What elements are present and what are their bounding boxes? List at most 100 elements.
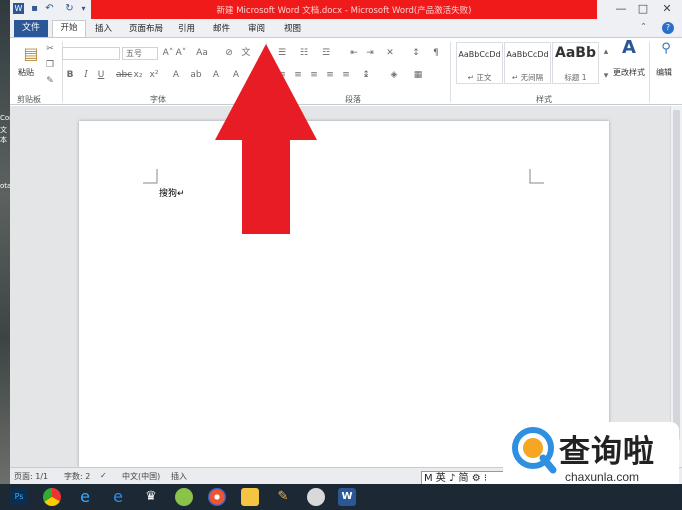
desktop-strip: Cor 文 本 ota bbox=[0, 0, 12, 484]
redo-icon[interactable]: ↻ bbox=[64, 3, 75, 14]
watermark: 查询啦 chaxunla.com bbox=[503, 422, 679, 492]
style-sample: AaBbCcDd bbox=[506, 50, 549, 59]
distribute-icon[interactable]: ≡ bbox=[340, 69, 352, 81]
tab-view[interactable]: 视图 bbox=[284, 22, 301, 34]
undo-icon[interactable]: ↶ bbox=[44, 3, 55, 14]
browser-360-icon[interactable] bbox=[175, 488, 193, 506]
style-no-spacing[interactable]: AaBbCcDd ↵ 无间隔 bbox=[504, 42, 551, 84]
group-label-paragraph: 段落 bbox=[345, 95, 361, 104]
shrink-font-icon[interactable]: A˅ bbox=[175, 47, 187, 59]
tab-references[interactable]: 引用 bbox=[178, 22, 195, 34]
superscript-icon[interactable]: x² bbox=[148, 69, 160, 81]
style-sample: AaBbCcDd bbox=[458, 50, 501, 59]
window-title: 新建 Microsoft Word 文档.docx - Microsoft Wo… bbox=[216, 6, 472, 16]
sort-icon[interactable]: ↕ bbox=[410, 47, 422, 59]
text-effect-icon[interactable]: A bbox=[170, 69, 182, 81]
style-name: ↵ 正文 bbox=[467, 73, 492, 82]
status-page[interactable]: 页面: 1/1 bbox=[14, 471, 48, 482]
tab-file[interactable]: 文件 bbox=[14, 20, 48, 37]
photoshop-icon[interactable]: Ps bbox=[10, 488, 28, 506]
chinese-layout-icon[interactable]: ✕ bbox=[384, 47, 396, 59]
word-taskbar-icon[interactable]: W bbox=[338, 488, 356, 506]
paint-icon[interactable] bbox=[307, 488, 325, 506]
spell-check-icon[interactable]: ✓ bbox=[100, 471, 107, 480]
customize-qat-icon[interactable]: ▾ bbox=[78, 3, 89, 14]
maximize-button[interactable]: □ bbox=[632, 2, 654, 16]
document-text[interactable]: 搜狗↵ bbox=[159, 186, 185, 199]
ie-icon[interactable]: e bbox=[76, 488, 94, 506]
map-pin-icon[interactable] bbox=[208, 488, 226, 506]
divider bbox=[649, 42, 650, 102]
editing-button[interactable]: 编辑 bbox=[656, 67, 672, 78]
font-name-combo[interactable] bbox=[62, 47, 120, 60]
group-label-font: 字体 bbox=[150, 95, 166, 104]
style-name: ↵ 无间隔 bbox=[511, 73, 544, 82]
status-words[interactable]: 字数: 2 bbox=[64, 471, 90, 482]
bold-icon[interactable]: B bbox=[64, 69, 76, 81]
tab-review[interactable]: 审阅 bbox=[248, 22, 265, 34]
find-icon[interactable]: ⚲ bbox=[658, 42, 674, 59]
chrome-icon[interactable] bbox=[43, 488, 61, 506]
help-icon[interactable]: ? bbox=[662, 22, 674, 34]
tab-mailings[interactable]: 邮件 bbox=[213, 22, 230, 34]
paste-button[interactable]: 粘贴 bbox=[18, 67, 34, 78]
watermark-brand: 查询啦 bbox=[559, 434, 655, 470]
justify-icon[interactable]: ≡ bbox=[324, 69, 336, 81]
ribbon: ▤ 粘贴 ✂ ❐ ✎ 剪贴板 五号 A˄ A˅ Aa ⊘ 文 B I U abc… bbox=[10, 37, 682, 105]
cut-icon[interactable]: ✂ bbox=[44, 43, 56, 55]
edge-icon[interactable]: e bbox=[109, 488, 127, 506]
watermark-url: chaxunla.com bbox=[565, 470, 640, 484]
style-normal[interactable]: AaBbCcDd ↵ 正文 bbox=[456, 42, 503, 84]
decrease-indent-icon[interactable]: ⇤ bbox=[348, 47, 360, 59]
tab-home[interactable]: 开始 bbox=[52, 20, 86, 37]
collapse-ribbon-icon[interactable]: ⌃ bbox=[640, 22, 647, 32]
red-arrow-annotation bbox=[215, 44, 317, 234]
italic-icon[interactable]: I bbox=[80, 69, 92, 81]
vertical-scrollbar[interactable] bbox=[670, 106, 682, 467]
divider bbox=[450, 42, 451, 102]
strikethrough-icon[interactable]: abc bbox=[116, 69, 132, 81]
file-explorer-icon[interactable] bbox=[241, 488, 259, 506]
desktop-label: 文 bbox=[0, 126, 7, 134]
style-heading-1[interactable]: AaBb 标题 1 bbox=[552, 42, 599, 84]
save-icon[interactable]: ▪ bbox=[29, 3, 40, 14]
styles-scroll-up-icon[interactable]: ▴ bbox=[600, 46, 612, 58]
cleanup-icon[interactable]: ✎ bbox=[274, 488, 292, 506]
minimize-button[interactable]: — bbox=[610, 2, 632, 16]
title-bar: W ▪ ↶ ↻ ▾ 新建 Microsoft Word 文档.docx - Mi… bbox=[10, 0, 682, 19]
copy-icon[interactable]: ❐ bbox=[44, 59, 56, 71]
tab-insert[interactable]: 插入 bbox=[95, 22, 112, 34]
crop-mark-top-right bbox=[529, 169, 544, 184]
tab-page-layout[interactable]: 页面布局 bbox=[129, 22, 163, 34]
status-mode[interactable]: 插入 bbox=[171, 471, 187, 482]
close-button[interactable]: ✕ bbox=[656, 2, 678, 16]
style-name: 标题 1 bbox=[564, 73, 587, 82]
status-language[interactable]: 中文(中国) bbox=[122, 471, 160, 482]
document-page[interactable]: 搜狗↵ bbox=[79, 121, 609, 467]
styles-more-icon[interactable]: ▾ bbox=[600, 70, 612, 82]
show-marks-icon[interactable]: ¶ bbox=[430, 47, 442, 59]
borders-icon[interactable]: ▦ bbox=[412, 69, 424, 81]
qq-icon[interactable]: ♛ bbox=[142, 488, 160, 506]
underline-icon[interactable]: U bbox=[95, 69, 107, 81]
change-case-icon[interactable]: Aa bbox=[196, 47, 208, 59]
word-window: W ▪ ↶ ↻ ▾ 新建 Microsoft Word 文档.docx - Mi… bbox=[10, 0, 682, 484]
group-label-clipboard: 剪贴板 bbox=[17, 95, 41, 104]
change-styles-icon[interactable]: A bbox=[620, 39, 638, 60]
multilevel-list-icon[interactable]: ☲ bbox=[320, 47, 332, 59]
crop-mark-top-left bbox=[143, 169, 158, 184]
highlight-icon[interactable]: ab bbox=[190, 69, 202, 81]
grow-font-icon[interactable]: A˄ bbox=[162, 47, 174, 59]
ribbon-tabs: 文件 开始 插入 页面布局 引用 邮件 审阅 视图 ⌃ ? bbox=[10, 19, 682, 37]
change-styles-button[interactable]: 更改样式 bbox=[613, 67, 645, 78]
subscript-icon[interactable]: x₂ bbox=[132, 69, 144, 81]
word-app-icon[interactable]: W bbox=[13, 3, 24, 14]
paste-icon[interactable]: ▤ bbox=[20, 43, 42, 65]
line-spacing-icon[interactable]: ↨ bbox=[360, 69, 372, 81]
format-painter-icon[interactable]: ✎ bbox=[44, 75, 56, 87]
taskbar: Ps e e ♛ ✎ W bbox=[0, 484, 682, 510]
increase-indent-icon[interactable]: ⇥ bbox=[364, 47, 376, 59]
shading-icon[interactable]: ◈ bbox=[388, 69, 400, 81]
scroll-thumb[interactable] bbox=[673, 110, 680, 440]
font-size-combo[interactable]: 五号 bbox=[122, 47, 158, 60]
